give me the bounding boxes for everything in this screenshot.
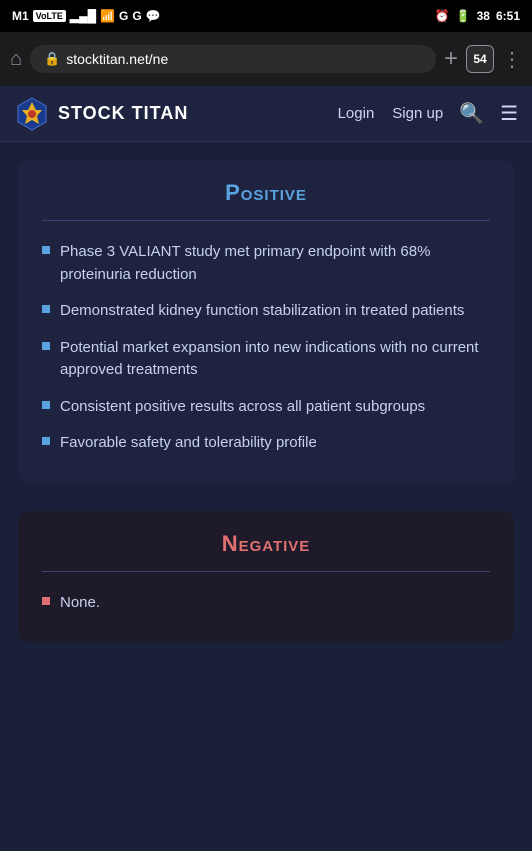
- positive-section: Positive Phase 3 VALIANT study met prima…: [18, 160, 514, 483]
- nav-bar: STOCK TITAN Login Sign up 🔍 ☰: [0, 86, 532, 142]
- list-item: Phase 3 VALIANT study met primary endpoi…: [42, 241, 490, 286]
- status-left: M1 VoLTE ▂▄█ 📶 G G 💬: [12, 9, 161, 23]
- tab-count-badge[interactable]: 54: [466, 45, 494, 73]
- positive-item-4: Consistent positive results across all p…: [60, 396, 425, 419]
- battery-icon: 🔋: [456, 9, 471, 23]
- search-icon[interactable]: 🔍: [459, 101, 484, 126]
- g-icon-1: G: [119, 9, 128, 23]
- list-item: Demonstrated kidney function stabilizati…: [42, 300, 490, 323]
- address-bar[interactable]: 🔒 stocktitan.net/ne: [30, 45, 436, 73]
- carrier-label: M1: [12, 9, 29, 23]
- bullet-icon: [42, 305, 50, 313]
- login-link[interactable]: Login: [338, 105, 375, 122]
- main-content: Positive Phase 3 VALIANT study met prima…: [0, 142, 532, 672]
- hamburger-menu-icon[interactable]: ☰: [500, 101, 518, 126]
- home-icon[interactable]: ⌂: [10, 48, 22, 71]
- browser-chrome: ⌂ 🔒 stocktitan.net/ne + 54 ⋮: [0, 32, 532, 86]
- alarm-icon: ⏰: [435, 9, 450, 23]
- bullet-icon: [42, 597, 50, 605]
- battery-level: 38: [477, 9, 490, 23]
- negative-section: Negative None.: [18, 511, 514, 643]
- section-gap: [0, 483, 532, 511]
- positive-item-1: Phase 3 VALIANT study met primary endpoi…: [60, 241, 490, 286]
- positive-section-title: Positive: [42, 180, 490, 206]
- list-item: Favorable safety and tolerability profil…: [42, 432, 490, 455]
- signal-icon: ▂▄█: [70, 9, 96, 23]
- positive-item-5: Favorable safety and tolerability profil…: [60, 432, 317, 455]
- wifi-icon: 📶: [100, 9, 115, 23]
- negative-section-title: Negative: [42, 531, 490, 557]
- negative-bullet-list: None.: [42, 592, 490, 615]
- whatsapp-icon: 💬: [146, 9, 161, 23]
- bullet-icon: [42, 246, 50, 254]
- new-tab-button[interactable]: +: [444, 45, 458, 73]
- nav-links: Login Sign up: [338, 105, 444, 122]
- list-item: Consistent positive results across all p…: [42, 396, 490, 419]
- list-item: Potential market expansion into new indi…: [42, 337, 490, 382]
- browser-menu-button[interactable]: ⋮: [502, 47, 522, 72]
- time-display: 6:51: [496, 9, 520, 23]
- nav-icons: 🔍 ☰: [459, 101, 518, 126]
- volte-badge: VoLTE: [33, 10, 66, 22]
- stock-titan-logo-icon: [14, 96, 50, 132]
- status-right: ⏰ 🔋 38 6:51: [435, 9, 520, 23]
- positive-item-3: Potential market expansion into new indi…: [60, 337, 490, 382]
- status-bar: M1 VoLTE ▂▄█ 📶 G G 💬 ⏰ 🔋 38 6:51: [0, 0, 532, 32]
- logo-container: STOCK TITAN: [14, 96, 338, 132]
- bullet-icon: [42, 437, 50, 445]
- bullet-icon: [42, 401, 50, 409]
- positive-divider: [42, 220, 490, 221]
- list-item: None.: [42, 592, 490, 615]
- site-logo-text: STOCK TITAN: [58, 103, 188, 124]
- negative-item-1: None.: [60, 592, 100, 615]
- positive-bullet-list: Phase 3 VALIANT study met primary endpoi…: [42, 241, 490, 455]
- signup-link[interactable]: Sign up: [392, 105, 443, 122]
- positive-item-2: Demonstrated kidney function stabilizati…: [60, 300, 464, 323]
- url-text: stocktitan.net/ne: [66, 51, 168, 67]
- bullet-icon: [42, 342, 50, 350]
- security-icon: 🔒: [44, 51, 60, 67]
- g-icon-2: G: [132, 9, 141, 23]
- negative-divider: [42, 571, 490, 572]
